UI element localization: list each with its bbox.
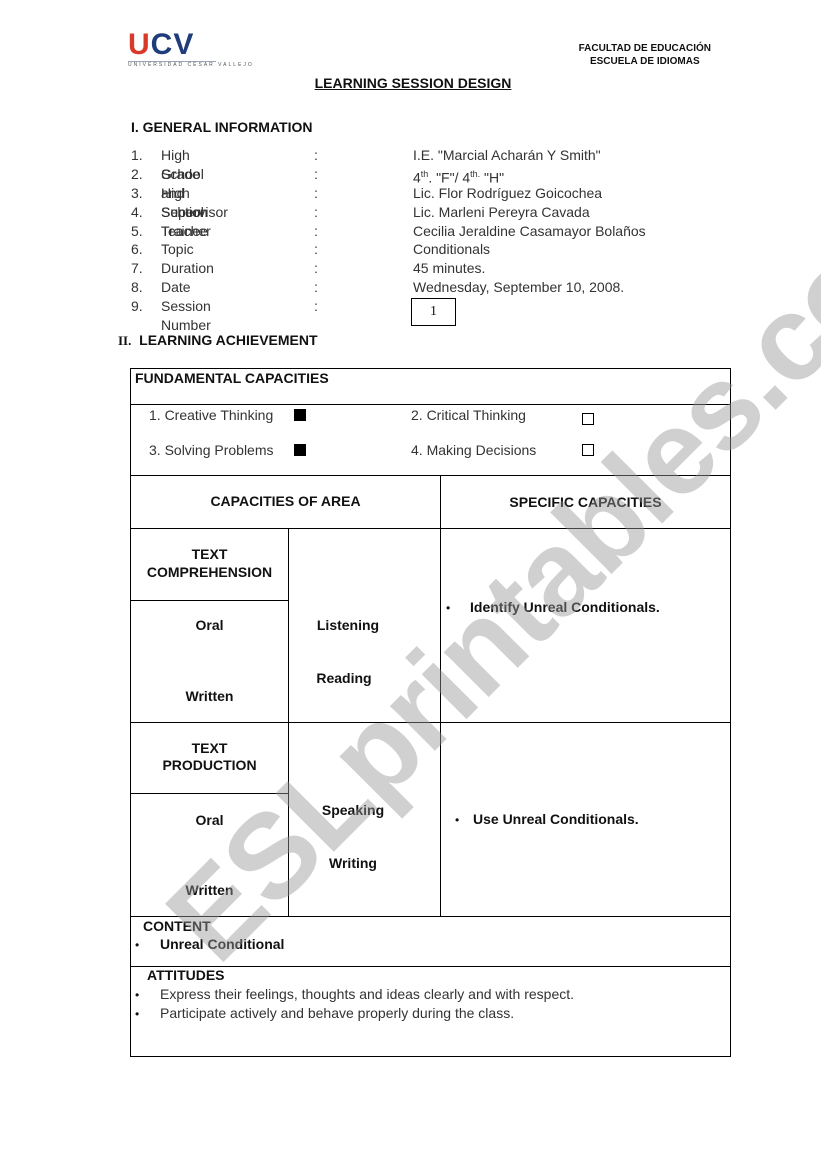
capacity-critical-thinking: 2. Critical Thinking	[411, 407, 526, 423]
item-colon: :	[314, 241, 318, 258]
item-value: Cecilia Jeraldine Casamayor Bolaños	[413, 222, 646, 239]
section-title: LEARNING ACHIEVEMENT	[139, 332, 318, 348]
item-label: Trainee	[161, 222, 208, 239]
item-number: 6.	[131, 241, 143, 258]
logo-subtitle: UNIVERSIDAD CÉSAR VALLEJO	[128, 62, 254, 68]
item-number: 2.	[131, 165, 143, 182]
divider	[131, 475, 730, 476]
school-name: ESCUELA DE IDIOMAS	[589, 56, 700, 67]
checkbox-critical-thinking[interactable]	[582, 413, 594, 425]
item-label: Duration	[161, 260, 214, 277]
bullet-icon: •	[135, 988, 140, 1002]
learning-achievement-table: FUNDAMENTAL CAPACITIES 1. Creative Think…	[130, 368, 731, 1057]
logo-cv: CV	[150, 28, 195, 61]
specific-capacity-identify: Identify Unreal Conditionals.	[470, 599, 660, 615]
text-comprehension-line1: TEXT	[191, 546, 228, 562]
written-label: Written	[185, 882, 234, 898]
content-heading: CONTENT	[143, 918, 211, 934]
session-number-box: 1	[411, 298, 456, 327]
bullet-icon: •	[446, 601, 451, 615]
document-title: LEARNING SESSION DESIGN	[314, 75, 512, 91]
capacity-creative-thinking: 1. Creative Thinking	[149, 407, 274, 423]
item-number: 4.	[131, 203, 143, 220]
attitude-item: Participate actively and behave properly…	[160, 1005, 515, 1021]
divider	[131, 600, 288, 601]
item-colon: :	[314, 279, 318, 296]
item-label: Topic	[161, 241, 194, 258]
capacity-solving-problems: 3. Solving Problems	[149, 442, 274, 458]
item-number: 3.	[131, 184, 143, 201]
section-roman-numeral: II.	[118, 333, 132, 348]
faculty-header: FACULTAD DE EDUCACIÓN ESCUELA DE IDIOMAS	[579, 42, 711, 68]
divider	[131, 916, 730, 917]
writing-skill: Writing	[329, 855, 377, 871]
item-value: Lic. Marleni Pereyra Cavada	[413, 203, 590, 220]
faculty-name: FACULTAD DE EDUCACIÓN	[578, 43, 711, 54]
specific-capacities-header: SPECIFIC CAPACITIES	[509, 494, 662, 510]
item-value: I.E. "Marcial Acharán Y Smith"	[413, 147, 601, 163]
item-value: 45 minutes.	[413, 260, 486, 277]
item-label: Date	[161, 279, 191, 296]
item-label: Session Number	[161, 298, 211, 334]
oral-label: Oral	[195, 617, 224, 633]
divider	[131, 404, 730, 405]
text-comprehension-line2: COMPREHENSION	[146, 564, 273, 580]
item-value: Wednesday, September 10, 2008.	[413, 279, 625, 296]
item-colon: :	[314, 184, 318, 201]
bullet-icon: •	[135, 1007, 140, 1021]
capacity-making-decisions: 4. Making Decisions	[411, 442, 537, 458]
divider	[131, 722, 730, 723]
item-number: 1.	[131, 147, 143, 163]
item-colon: :	[314, 165, 318, 182]
bullet-icon: •	[135, 938, 140, 952]
specific-capacity-use: Use Unreal Conditionals.	[473, 811, 639, 827]
item-value: Conditionals	[413, 241, 491, 258]
checkbox-making-decisions[interactable]	[582, 444, 594, 456]
reading-skill: Reading	[316, 670, 372, 686]
capacities-of-area-header: CAPACITIES OF AREA	[210, 493, 361, 509]
ucv-logo: UCV UNIVERSIDAD CÉSAR VALLEJO	[128, 30, 254, 70]
item-number: 8.	[131, 279, 143, 296]
speaking-skill: Speaking	[321, 802, 385, 818]
item-number: 9.	[131, 298, 143, 315]
content-item: Unreal Conditional	[160, 936, 285, 952]
checkbox-creative-thinking[interactable]	[294, 409, 306, 421]
item-number: 5.	[131, 222, 143, 239]
item-colon: :	[314, 298, 318, 315]
bullet-icon: •	[455, 813, 460, 827]
divider	[131, 528, 730, 529]
item-value: Lic. Flor Rodríguez Goicochea	[413, 184, 603, 201]
checkbox-solving-problems[interactable]	[294, 444, 306, 456]
text-production-line2: PRODUCTION	[162, 757, 257, 773]
item-colon: :	[314, 260, 318, 277]
logo-wordmark: UCV	[128, 30, 218, 60]
oral-label: Oral	[195, 812, 224, 828]
general-information-heading: I. GENERAL INFORMATION	[131, 119, 313, 135]
fundamental-capacities-heading: FUNDAMENTAL CAPACITIES	[135, 370, 329, 386]
attitudes-heading: ATTITUDES	[147, 967, 225, 983]
listening-skill: Listening	[316, 617, 380, 633]
item-label: Supervisor	[161, 203, 228, 220]
ordinal-suffix: th.	[470, 168, 481, 179]
divider	[131, 793, 288, 794]
item-number: 7.	[131, 260, 143, 277]
divider	[440, 475, 441, 916]
learning-achievement-heading: II. LEARNING ACHIEVEMENT	[118, 332, 318, 349]
item-colon: :	[314, 203, 318, 220]
item-colon: :	[314, 222, 318, 239]
logo-u: U	[128, 28, 151, 61]
attitude-item: Express their feelings, thoughts and ide…	[160, 986, 575, 1002]
item-colon: :	[314, 147, 318, 163]
text-production-line1: TEXT	[191, 740, 228, 756]
written-label: Written	[185, 688, 234, 704]
